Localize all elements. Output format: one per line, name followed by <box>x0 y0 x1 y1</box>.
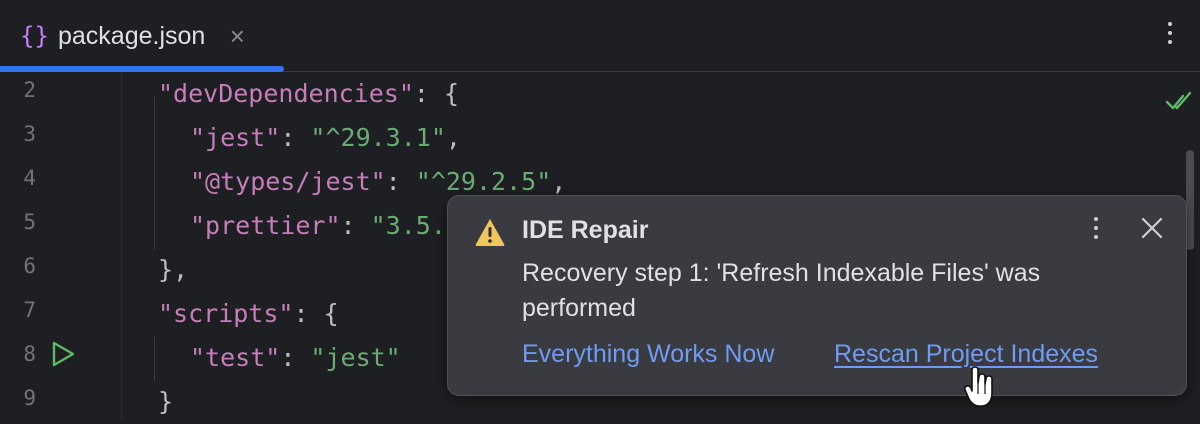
json-key: "prettier" <box>190 211 341 240</box>
ide-repair-notification: IDE Repair Recovery step 1: 'Refresh Ind… <box>447 195 1187 396</box>
punctuation: : <box>280 123 311 152</box>
line-number: 8 <box>23 342 36 366</box>
code-line: "test": "jest" <box>190 336 401 380</box>
check-icon[interactable] <box>1165 88 1193 114</box>
punctuation: , <box>551 167 567 196</box>
close-icon[interactable] <box>1138 214 1166 242</box>
tab-label: package.json <box>58 21 206 50</box>
punctuation: : <box>385 167 416 196</box>
punctuation: : <box>280 343 311 372</box>
punctuation: : { <box>293 299 339 328</box>
line-number: 9 <box>23 386 36 410</box>
notification-body: Recovery step 1: 'Refresh Indexable File… <box>522 259 1041 322</box>
tab-package-json[interactable]: {} package.json × <box>0 0 284 72</box>
indent-guide <box>154 97 155 250</box>
line-number: 2 <box>23 78 36 102</box>
rescan-project-indexes-link[interactable]: Rescan Project Indexes <box>834 340 1098 369</box>
code-line: "jest": "^29.3.1", <box>190 116 461 160</box>
line-number: 3 <box>23 122 36 146</box>
json-key: "test" <box>190 343 281 372</box>
punctuation: : <box>340 211 371 240</box>
hand-cursor-icon <box>963 366 993 407</box>
warning-icon <box>475 219 505 246</box>
line-number: 4 <box>23 166 36 190</box>
more-vertical-icon[interactable] <box>1084 212 1108 244</box>
editor-tab-bar: {} package.json × <box>0 0 1200 72</box>
code-line: "devDependencies": { <box>158 72 459 116</box>
json-value: "3.5. <box>370 211 446 240</box>
json-value: "^29.2.5" <box>415 167 552 196</box>
more-vertical-icon[interactable] <box>1160 16 1180 50</box>
everything-works-now-link[interactable]: Everything Works Now <box>522 340 774 369</box>
json-value: "jest" <box>310 343 401 372</box>
json-key: "scripts" <box>158 299 294 328</box>
punctuation: : { <box>413 79 460 108</box>
notification-title: IDE Repair <box>522 216 649 244</box>
punctuation: , <box>445 123 461 152</box>
code-line: "prettier": "3.5. <box>190 204 446 248</box>
json-key: "@types/jest" <box>190 167 386 196</box>
json-key: "jest" <box>190 123 281 152</box>
line-number-gutter: 2 3 4 5 6 7 8 9 <box>0 72 122 420</box>
json-value: "^29.3.1" <box>310 123 446 152</box>
code-line: "scripts": { <box>158 292 339 336</box>
run-icon[interactable] <box>50 341 76 367</box>
indent-guide <box>154 337 155 381</box>
code-line: } <box>158 387 174 416</box>
close-icon[interactable]: × <box>227 21 247 51</box>
code-line: }, <box>158 255 189 284</box>
line-number: 7 <box>23 298 36 322</box>
json-key: "devDependencies" <box>158 79 414 108</box>
json-braces-icon: {} <box>20 22 49 50</box>
vertical-scrollbar[interactable] <box>1186 150 1194 250</box>
line-number: 6 <box>23 254 36 278</box>
line-number: 5 <box>23 210 36 234</box>
